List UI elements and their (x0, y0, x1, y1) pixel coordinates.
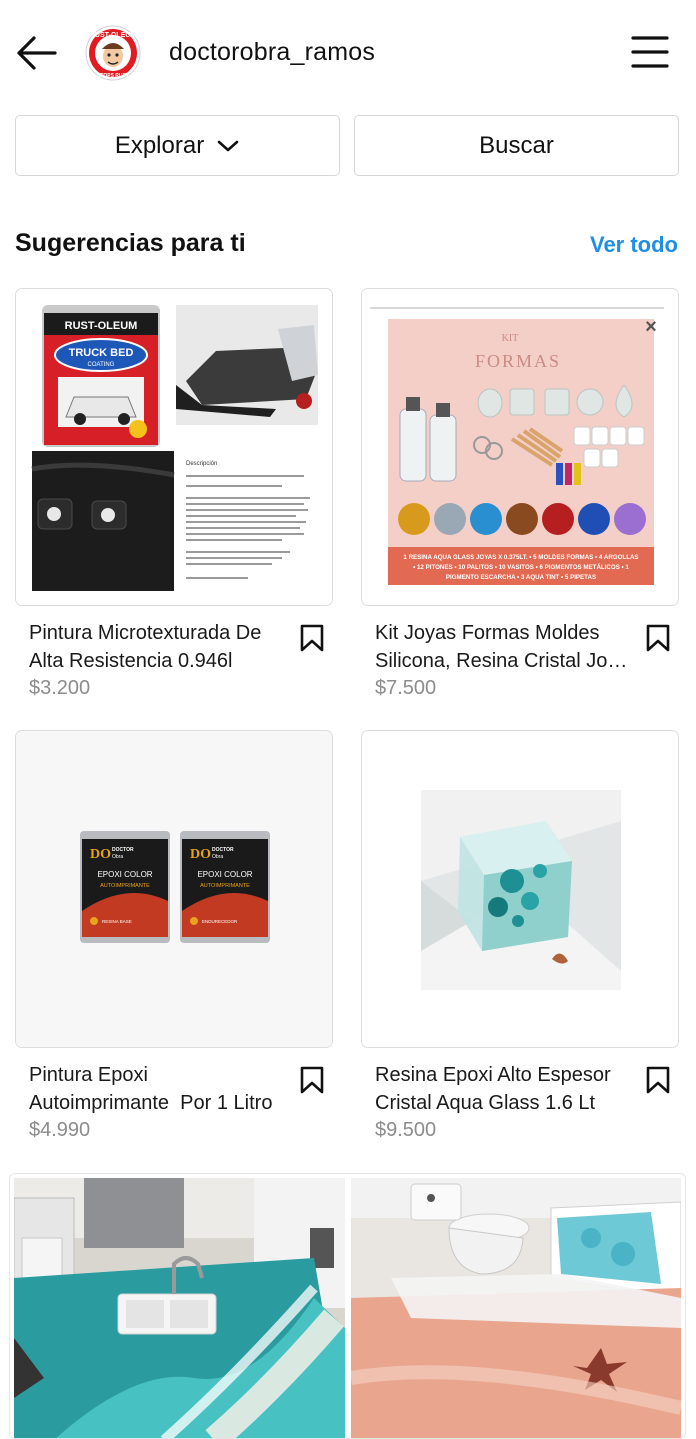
brand-sub-text: DOCTOR (112, 847, 134, 853)
avatar-brand-subtext: STOPS RUST (97, 73, 129, 79)
brand-logo-text: DO (190, 847, 211, 862)
kit-label: KIT (502, 333, 519, 344)
product-title-line: Kit Joyas Formas Moldes (375, 622, 600, 644)
top-bar: RUST-OLEUM STOPS RUST doctorobra_ramos (0, 0, 696, 106)
product-image-resin-cube[interactable] (361, 730, 679, 1048)
epoxi-can: DO DOCTOR Obra EPOXI COLOR AUTOIMPRIMANT… (80, 831, 170, 943)
can-line-text: EPOXI COLOR (197, 870, 252, 879)
can-line-text: AUTOIMPRIMANTE (200, 883, 250, 889)
product-title[interactable]: Pintura Epoxi Autoimprimante Por 1 Litro (29, 1061, 294, 1117)
gallery-photo-bathroom[interactable] (351, 1178, 681, 1438)
product-title-line: Autoimprimante Por 1 Litro (29, 1092, 273, 1114)
product-title-line: Cristal Aqua Glass 1.6 Lt (375, 1092, 596, 1114)
product-title[interactable]: Resina Epoxi Alto Espesor Cristal Aqua G… (375, 1061, 640, 1117)
can-line-text: EPOXI COLOR (97, 870, 152, 879)
can-sub-text: COATING (88, 362, 115, 368)
can-label-text: ENDURECEDOR (202, 919, 238, 924)
can-product-text: TRUCK BED (69, 347, 134, 359)
product-title-line: Resina Epoxi Alto Espesor (375, 1064, 611, 1086)
back-arrow-icon[interactable] (14, 34, 58, 72)
explore-label: Explorar (114, 131, 205, 159)
kit-contents-line: PIGMENTO ESCARCHA • 3 AQUA TINT • 5 PIPE… (446, 574, 596, 581)
can-brand-text: RUST-OLEUM (65, 320, 138, 332)
chevron-down-icon (216, 138, 240, 154)
search-button[interactable]: Buscar (354, 115, 679, 176)
explore-button[interactable]: Explorar (15, 115, 340, 176)
bookmark-icon[interactable] (645, 1065, 671, 1095)
resin-cube-object (458, 821, 572, 951)
product-image-epoxi-cans[interactable]: DO DOCTOR Obra EPOXI COLOR AUTOIMPRIMANT… (15, 730, 333, 1048)
profile-username[interactable]: doctorobra_ramos (169, 38, 375, 67)
brand-sub-text: Obra (112, 854, 123, 860)
product-title[interactable]: Pintura Microtexturada De Alta Resistenc… (29, 619, 294, 675)
product-image-resin-kit[interactable]: KIT FORMAS × 1 RESINA AQUA GLASS JOYAS X… (361, 288, 679, 606)
bookmark-icon[interactable] (299, 1065, 325, 1095)
product-price: $3.200 (29, 677, 91, 699)
brand-logo-text: DO (90, 847, 111, 862)
kit-contents-line: • 12 PITONES • 10 PALITOS • 10 VASITOS •… (413, 564, 629, 571)
product-title-line: Silicona, Resina Cristal Jo… (375, 650, 628, 672)
bookmark-icon[interactable] (645, 623, 671, 653)
kit-contents-line: 1 RESINA AQUA GLASS JOYAS X 0.375LT. • 5… (403, 554, 638, 561)
action-buttons: Explorar Buscar (15, 115, 679, 177)
kit-heading: FORMAS (475, 351, 561, 371)
product-price: $9.500 (375, 1119, 437, 1141)
search-label: Buscar (479, 131, 554, 159)
hamburger-menu-icon[interactable] (630, 34, 670, 70)
brand-sub-text: Obra (212, 854, 223, 860)
section-title: Sugerencias para ti (15, 229, 246, 257)
gallery-photo-kitchen[interactable] (14, 1178, 345, 1438)
close-icon[interactable]: × (645, 316, 657, 338)
can-line-text: AUTOIMPRIMANTE (100, 883, 150, 889)
bookmark-icon[interactable] (299, 623, 325, 653)
see-all-link[interactable]: Ver todo (590, 232, 678, 258)
epoxi-can: DO DOCTOR Obra EPOXI COLOR AUTOIMPRIMANT… (180, 831, 270, 943)
description-heading: Descripción (186, 461, 217, 467)
brand-sub-text: DOCTOR (212, 847, 234, 853)
product-image-truck-bed-coating[interactable]: RUST-OLEUM TRUCK BED COATING Descripción (15, 288, 333, 606)
product-title[interactable]: Kit Joyas Formas Moldes Silicona, Resina… (375, 619, 640, 675)
bottom-photo-gallery (9, 1173, 686, 1439)
can-label-text: RESINA BASE (102, 919, 132, 924)
avatar[interactable]: RUST-OLEUM STOPS RUST (85, 25, 141, 81)
product-title-line: Alta Resistencia 0.946l (29, 650, 233, 672)
product-price: $7.500 (375, 677, 437, 699)
avatar-brand-text: RUST-OLEUM (90, 32, 136, 39)
product-price: $4.990 (29, 1119, 91, 1141)
product-title-line: Pintura Microtexturada De (29, 622, 262, 644)
product-title-line: Pintura Epoxi (29, 1064, 148, 1086)
